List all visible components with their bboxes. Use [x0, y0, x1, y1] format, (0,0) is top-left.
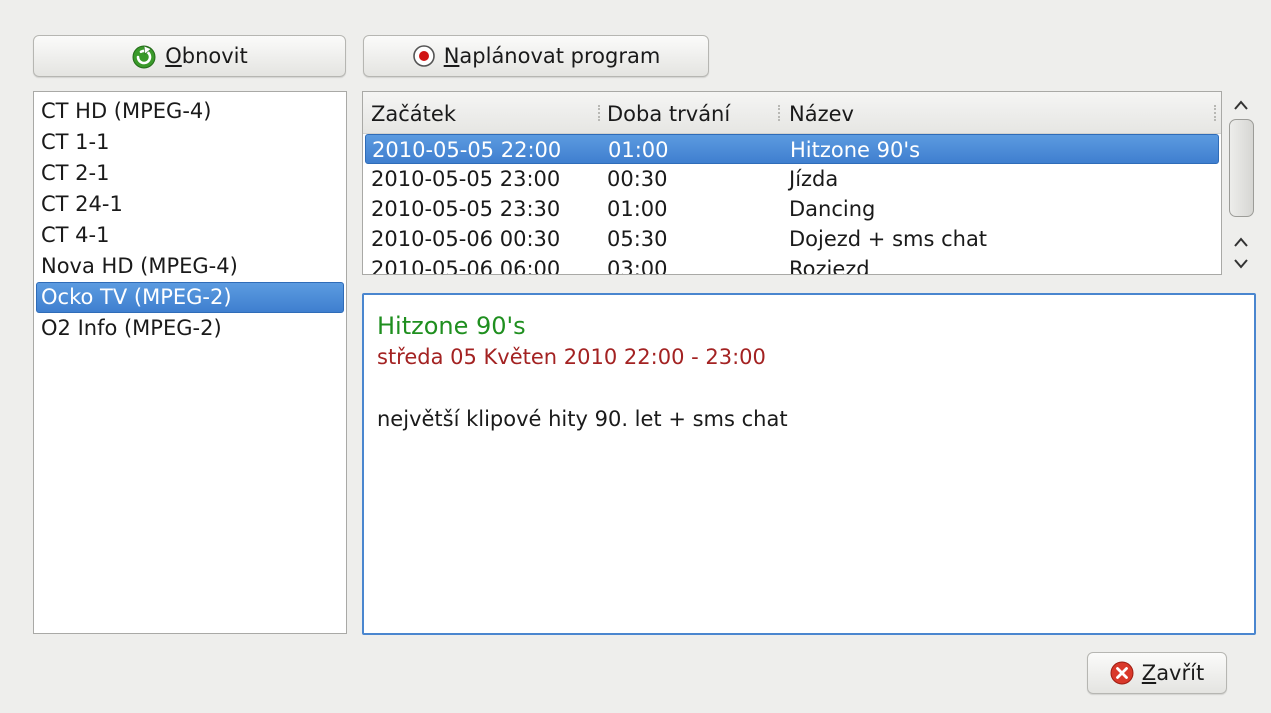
epg-row[interactable]: 2010-05-05 23:30 01:00 Dancing [363, 194, 1221, 224]
epg-row[interactable]: 2010-05-06 00:30 05:30 Dojezd + sms chat [363, 224, 1221, 254]
epg-cell-start: 2010-05-05 22:00 [372, 138, 562, 162]
refresh-button-label: Obnovit [165, 44, 248, 68]
epg-cell-duration: 00:30 [607, 167, 668, 191]
chevron-up-icon [1234, 237, 1248, 247]
program-time: středa 05 Květen 2010 22:00 - 23:00 [377, 345, 766, 369]
column-separator[interactable] [1214, 105, 1216, 121]
channel-item[interactable]: O2 Info (MPEG-2) [34, 313, 346, 344]
epg-cell-start: 2010-05-05 23:30 [371, 197, 561, 221]
epg-table[interactable]: Začátek Doba trvání Název 2010-05-05 22:… [362, 91, 1222, 275]
epg-row[interactable]: 2010-05-06 06:00 03:00 Rozjezd [363, 254, 1221, 275]
epg-cell-start: 2010-05-05 23:00 [371, 167, 561, 191]
epg-cell-title: Dancing [789, 197, 876, 221]
record-icon [412, 44, 436, 68]
column-separator[interactable] [778, 105, 780, 121]
epg-table-header: Začátek Doba trvání Název [363, 92, 1221, 134]
schedule-program-button[interactable]: Naplánovat program [363, 35, 709, 77]
refresh-icon [131, 43, 157, 69]
channel-item[interactable]: CT 2-1 [34, 158, 346, 189]
epg-cell-title: Hitzone 90's [790, 138, 921, 162]
channel-item[interactable]: Nova HD (MPEG-4) [34, 251, 346, 282]
chevron-up-icon [1234, 100, 1248, 110]
channel-item[interactable]: CT 4-1 [34, 220, 346, 251]
channel-list[interactable]: CT HD (MPEG-4) CT 1-1 CT 2-1 CT 24-1 CT … [33, 91, 347, 634]
chevron-down-icon [1234, 259, 1248, 269]
epg-cell-duration: 03:00 [607, 257, 668, 275]
epg-cell-duration: 05:30 [607, 227, 668, 251]
column-separator[interactable] [598, 105, 600, 121]
column-header-start[interactable]: Začátek [371, 92, 456, 134]
column-header-duration[interactable]: Doba trvání [607, 92, 730, 134]
program-description: největší klipové hity 90. let + sms chat [377, 407, 788, 431]
epg-rows: 2010-05-05 22:00 01:00 Hitzone 90's 2010… [363, 134, 1221, 275]
scrollbar-thumb[interactable] [1229, 119, 1254, 217]
close-button[interactable]: Zavřít [1087, 652, 1227, 694]
epg-cell-title: Jízda [789, 167, 839, 191]
close-icon [1110, 661, 1134, 685]
schedule-program-button-label: Naplánovat program [443, 44, 661, 68]
close-button-label: Zavřít [1141, 661, 1205, 685]
scroll-up-arrow[interactable] [1225, 93, 1257, 117]
channel-item[interactable]: CT 24-1 [34, 189, 346, 220]
program-title: Hitzone 90's [377, 312, 526, 340]
epg-cell-start: 2010-05-06 06:00 [371, 257, 561, 275]
epg-scrollbar[interactable] [1225, 91, 1257, 275]
scroll-up-arrow-lower[interactable] [1225, 230, 1257, 254]
epg-cell-start: 2010-05-06 00:30 [371, 227, 561, 251]
epg-row[interactable]: 2010-05-05 23:00 00:30 Jízda [363, 164, 1221, 194]
channel-item-selected[interactable]: Ocko TV (MPEG-2) [36, 282, 344, 313]
epg-cell-title: Rozjezd [789, 257, 870, 275]
epg-cell-duration: 01:00 [608, 138, 669, 162]
program-detail-panel[interactable]: Hitzone 90's středa 05 Květen 2010 22:00… [362, 293, 1256, 635]
channel-item[interactable]: CT HD (MPEG-4) [34, 96, 346, 127]
channel-item[interactable]: CT 1-1 [34, 127, 346, 158]
epg-cell-title: Dojezd + sms chat [789, 227, 988, 251]
epg-row-selected[interactable]: 2010-05-05 22:00 01:00 Hitzone 90's [365, 134, 1219, 164]
column-header-title[interactable]: Název [789, 92, 854, 134]
epg-cell-duration: 01:00 [607, 197, 668, 221]
refresh-button[interactable]: Obnovit [33, 35, 346, 77]
scroll-down-arrow[interactable] [1225, 252, 1257, 276]
